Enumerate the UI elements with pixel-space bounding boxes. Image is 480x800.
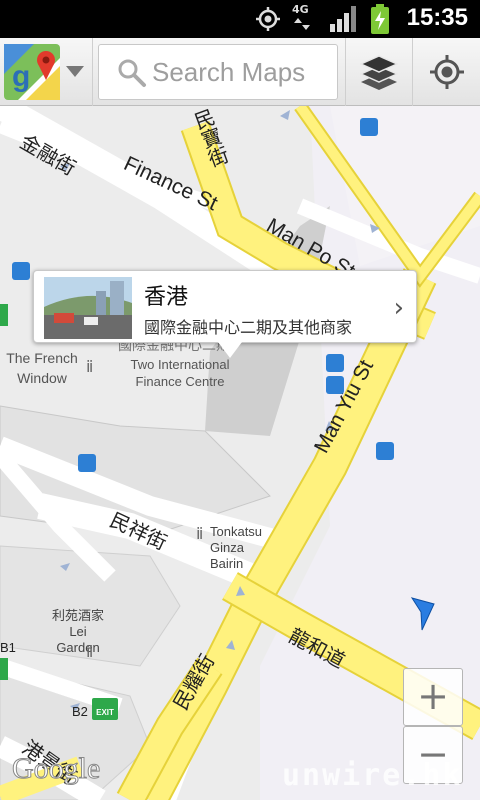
layers-icon (360, 55, 398, 90)
place-label[interactable]: Tonkatsu Ginza Bairin (210, 524, 280, 572)
search-icon (118, 59, 146, 87)
place-label[interactable]: The French Window (4, 348, 80, 388)
google-maps-logo-icon: g (4, 44, 60, 100)
bus-stop-icon[interactable] (326, 354, 344, 372)
zoom-in-button[interactable]: + (403, 668, 463, 726)
layers-button[interactable] (346, 38, 412, 106)
place-label[interactable]: 利苑酒家 Lei Garden (46, 608, 110, 656)
place-info-bubble[interactable]: 香港 國際金融中心二期及其他商家 › (33, 270, 417, 343)
chevron-right-icon[interactable]: › (394, 293, 404, 323)
google-logo: Google (11, 752, 101, 786)
maps-menu-button[interactable]: g (0, 38, 92, 106)
network-arrows-icon (294, 18, 310, 30)
search-placeholder: Search Maps (152, 57, 306, 87)
watermark: unwire.hk (282, 758, 463, 793)
map-view[interactable]: 金融街 民寶街 Finance St Man Po St Man Yiu St … (0, 106, 480, 800)
street-view-thumbnail[interactable] (44, 277, 132, 339)
chevron-down-icon (66, 66, 84, 77)
clock: 15:35 (406, 4, 468, 31)
bus-stop-icon[interactable] (12, 262, 30, 280)
my-location-button[interactable] (413, 38, 480, 106)
bubble-pointer (218, 342, 242, 358)
search-input[interactable]: Search Maps (98, 44, 338, 100)
exit-text: EXIT (96, 708, 114, 717)
status-bar: 4G 15:35 (0, 0, 480, 38)
place-subtitle: 國際金融中心二期及其他商家 (144, 318, 353, 337)
place-label[interactable]: Two International Finance Centre (130, 356, 230, 390)
divider (92, 38, 93, 106)
network-type: 4G (292, 3, 309, 16)
exit-icon (0, 304, 8, 326)
restaurant-icon: ⅱ (86, 642, 94, 661)
restaurant-icon: ⅱ (86, 357, 94, 376)
street-view-image (44, 277, 132, 339)
location-arrow-icon (410, 597, 435, 631)
battery-charging-icon (371, 4, 389, 34)
bus-stop-icon[interactable] (376, 442, 394, 460)
svg-text:g: g (12, 60, 30, 93)
signal-icon (330, 6, 356, 32)
my-location-icon (430, 55, 464, 89)
exit-icon (0, 658, 8, 680)
action-bar: g Search Maps (0, 38, 480, 106)
place-title: 香港 (144, 285, 189, 310)
exit-label: B2 (72, 704, 88, 719)
exit-icon: EXIT (92, 698, 118, 720)
exit-label: B1 (0, 640, 16, 655)
bus-stop-icon[interactable] (326, 376, 344, 394)
gps-icon (256, 7, 280, 31)
restaurant-icon: ⅱ (196, 524, 204, 543)
bus-stop-icon[interactable] (78, 454, 96, 472)
bus-stop-icon[interactable] (360, 118, 378, 136)
